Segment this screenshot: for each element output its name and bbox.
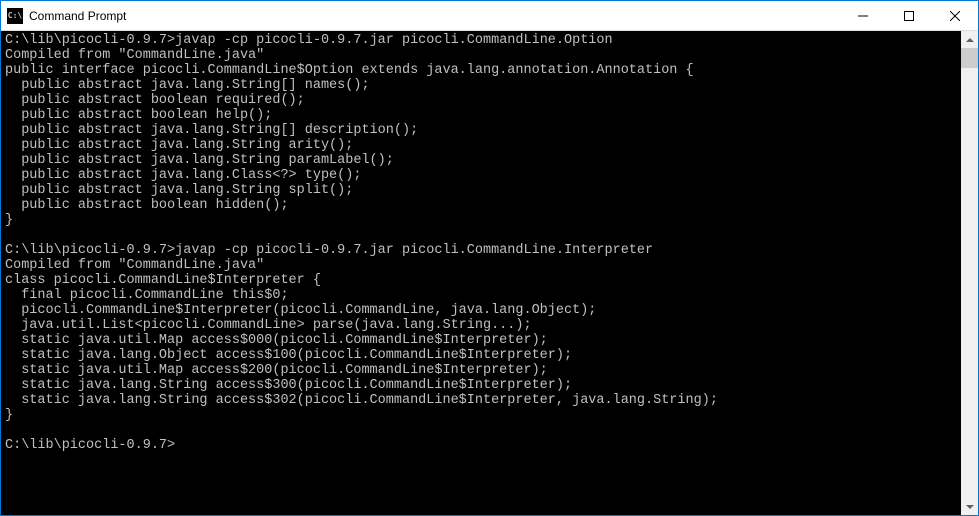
command-text: javap -cp picocli-0.9.7.jar picocli.Comm… bbox=[175, 243, 653, 258]
output-line: public abstract java.lang.String[] names… bbox=[5, 78, 370, 93]
output-line: public abstract java.lang.String split()… bbox=[5, 183, 353, 198]
output-line: java.util.List<picocli.CommandLine> pars… bbox=[5, 318, 532, 333]
window-title: Command Prompt bbox=[29, 9, 840, 23]
terminal-output[interactable]: C:\lib\picocli-0.9.7>javap -cp picocli-0… bbox=[1, 31, 961, 515]
output-line: public abstract boolean help(); bbox=[5, 108, 272, 123]
scroll-thumb[interactable] bbox=[961, 48, 978, 68]
output-line: picocli.CommandLine$Interpreter(picocli.… bbox=[5, 303, 596, 318]
output-line: class picocli.CommandLine$Interpreter { bbox=[5, 273, 321, 288]
output-line: public abstract boolean required(); bbox=[5, 93, 305, 108]
output-line: } bbox=[5, 408, 13, 423]
output-line: public abstract java.lang.String paramLa… bbox=[5, 153, 394, 168]
output-line: final picocli.CommandLine this$0; bbox=[5, 288, 289, 303]
output-line: public abstract java.lang.Class<?> type(… bbox=[5, 168, 361, 183]
prompt: C:\lib\picocli-0.9.7> bbox=[5, 243, 175, 258]
close-button[interactable] bbox=[932, 1, 978, 31]
scroll-up-button[interactable] bbox=[961, 31, 978, 48]
output-line: public abstract boolean hidden(); bbox=[5, 198, 289, 213]
titlebar[interactable]: C:\ Command Prompt bbox=[1, 1, 978, 31]
maximize-button[interactable] bbox=[886, 1, 932, 31]
scroll-track[interactable] bbox=[961, 48, 978, 498]
minimize-button[interactable] bbox=[840, 1, 886, 31]
output-line: public abstract java.lang.String arity()… bbox=[5, 138, 353, 153]
output-line: static java.lang.String access$302(picoc… bbox=[5, 393, 718, 408]
prompt: C:\lib\picocli-0.9.7> bbox=[5, 438, 175, 453]
vertical-scrollbar[interactable] bbox=[961, 31, 978, 515]
output-line: public abstract java.lang.String[] descr… bbox=[5, 123, 418, 138]
output-line: static java.lang.String access$300(picoc… bbox=[5, 378, 572, 393]
output-line: static java.util.Map access$200(picocli.… bbox=[5, 363, 548, 378]
output-line: public interface picocli.CommandLine$Opt… bbox=[5, 63, 694, 78]
output-line: static java.lang.Object access$100(picoc… bbox=[5, 348, 572, 363]
prompt: C:\lib\picocli-0.9.7> bbox=[5, 33, 175, 48]
window-controls bbox=[840, 1, 978, 30]
output-line: } bbox=[5, 213, 13, 228]
app-icon: C:\ bbox=[7, 8, 23, 24]
output-line: Compiled from "CommandLine.java" bbox=[5, 48, 264, 63]
command-text: javap -cp picocli-0.9.7.jar picocli.Comm… bbox=[175, 33, 612, 48]
output-line: static java.util.Map access$000(picocli.… bbox=[5, 333, 548, 348]
terminal-area: C:\lib\picocli-0.9.7>javap -cp picocli-0… bbox=[1, 31, 978, 515]
scroll-down-button[interactable] bbox=[961, 498, 978, 515]
output-line: Compiled from "CommandLine.java" bbox=[5, 258, 264, 273]
